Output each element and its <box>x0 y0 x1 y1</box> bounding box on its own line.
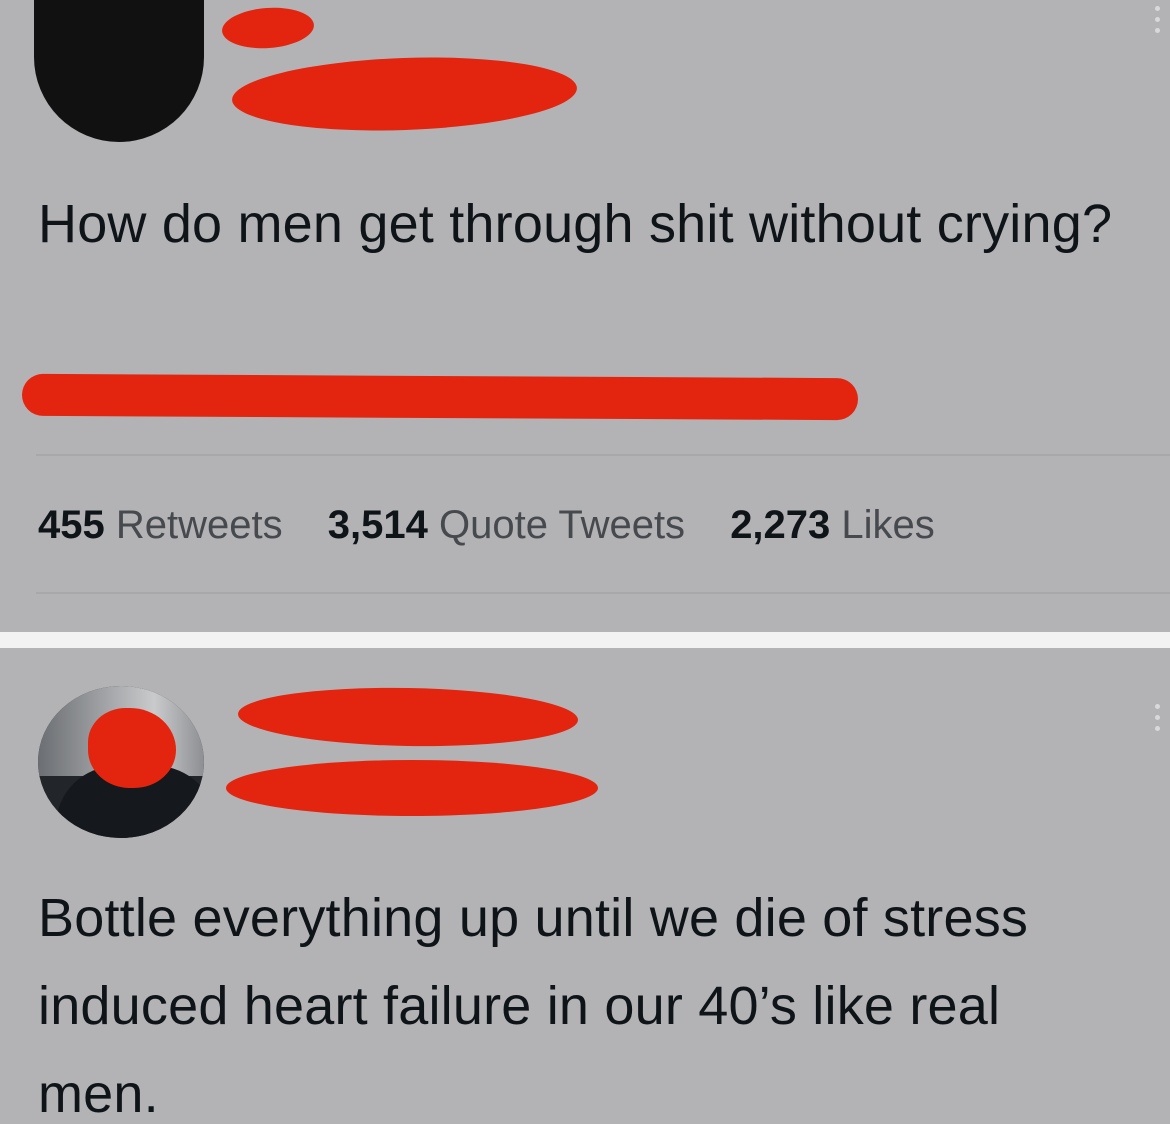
redacted-display-name <box>220 4 316 52</box>
divider <box>36 454 1170 456</box>
redacted-timestamp <box>21 373 859 421</box>
retweets-stat[interactable]: 455 Retweets <box>38 503 283 547</box>
tweet-text: How do men get through shit without cryi… <box>38 194 1113 254</box>
redacted-face <box>88 708 176 788</box>
retweets-count: 455 <box>38 503 105 547</box>
more-options-icon[interactable] <box>1152 704 1162 731</box>
reply-tweet-card[interactable]: Bottle everything up until we die of str… <box>0 648 1170 1124</box>
likes-count: 2,273 <box>730 503 831 547</box>
divider <box>36 592 1170 594</box>
redacted-username <box>226 760 598 816</box>
tweet-stats: 455 Retweets 3,514 Quote Tweets 2,273 Li… <box>38 503 969 548</box>
avatar[interactable] <box>34 0 204 142</box>
tweet-text: Bottle everything up until we die of str… <box>38 888 1029 1124</box>
redacted-username <box>230 52 579 136</box>
redacted-display-name <box>237 685 579 749</box>
quote-tweets-stat[interactable]: 3,514 Quote Tweets <box>328 503 685 547</box>
likes-stat[interactable]: 2,273 Likes <box>730 503 935 547</box>
quote-tweets-label: Quote Tweets <box>438 503 686 547</box>
original-tweet-card[interactable]: How do men get through shit without cryi… <box>0 0 1170 632</box>
avatar[interactable] <box>38 686 204 838</box>
quote-tweets-count: 3,514 <box>327 503 428 547</box>
likes-label: Likes <box>841 503 935 547</box>
more-options-icon[interactable] <box>1152 6 1162 33</box>
retweets-label: Retweets <box>115 503 283 547</box>
